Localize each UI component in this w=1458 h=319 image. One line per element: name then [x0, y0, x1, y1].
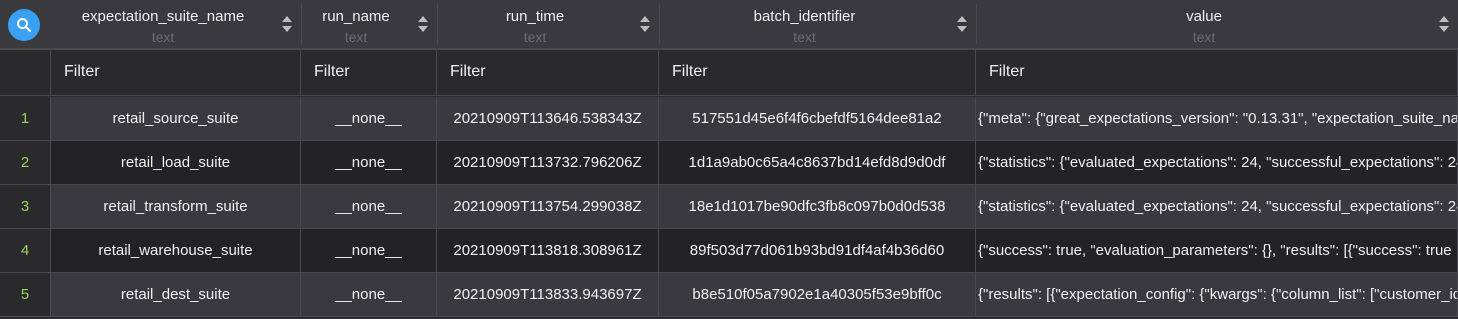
cell-value[interactable]: {"results": [{"expectation_config": {"kw… — [976, 273, 1458, 317]
header-column-run-name[interactable]: run_name text — [301, 0, 437, 48]
row-index: 1 — [0, 97, 51, 141]
filter-input-expectation-suite-name[interactable]: Filter — [51, 50, 301, 96]
column-type: text — [523, 29, 547, 45]
column-name: run_time — [505, 8, 565, 25]
column-name: batch_identifier — [753, 8, 856, 25]
data-grid: expectation_suite_name text run_name tex… — [0, 0, 1458, 319]
table-row[interactable]: 1 retail_source_suite __none__ 20210909T… — [0, 97, 1458, 141]
column-type: text — [344, 29, 368, 45]
cell-batch-identifier[interactable]: 517551d45e6f4f6cbefdf5164dee81a2 — [659, 97, 976, 141]
cell-expectation-suite-name[interactable]: retail_source_suite — [51, 97, 301, 141]
search-icon — [17, 18, 31, 32]
cell-run-name[interactable]: __none__ — [301, 185, 437, 229]
header-column-value[interactable]: value text — [976, 0, 1458, 48]
cell-run-time[interactable]: 20210909T113833.943697Z — [437, 273, 659, 317]
cell-expectation-suite-name[interactable]: retail_transform_suite — [51, 185, 301, 229]
cell-batch-identifier[interactable]: b8e510f05a7902e1a40305f53e9bff0c — [659, 273, 976, 317]
table-row[interactable]: 5 retail_dest_suite __none__ 20210909T11… — [0, 273, 1458, 317]
cell-run-name[interactable]: __none__ — [301, 273, 437, 317]
column-type: text — [151, 29, 175, 45]
cell-run-time[interactable]: 20210909T113754.299038Z — [437, 185, 659, 229]
cell-expectation-suite-name[interactable]: retail_dest_suite — [51, 273, 301, 317]
cell-expectation-suite-name[interactable]: retail_warehouse_suite — [51, 229, 301, 273]
sort-icon[interactable] — [281, 15, 293, 33]
cell-batch-identifier[interactable]: 89f503d77d061b93bd91df4af4b36d60 — [659, 229, 976, 273]
header-column-run-time[interactable]: run_time text — [437, 0, 659, 48]
filter-input-batch-identifier[interactable]: Filter — [659, 50, 976, 96]
sort-icon[interactable] — [639, 15, 651, 33]
row-index: 2 — [0, 141, 51, 185]
filter-input-run-time[interactable]: Filter — [437, 50, 659, 96]
cell-run-name[interactable]: __none__ — [301, 97, 437, 141]
table-row[interactable]: 3 retail_transform_suite __none__ 202109… — [0, 185, 1458, 229]
column-type: text — [1192, 29, 1216, 45]
filter-input-value[interactable]: Filter — [976, 50, 1458, 96]
cell-run-time[interactable]: 20210909T113646.538343Z — [437, 97, 659, 141]
sort-icon[interactable] — [1438, 15, 1450, 33]
row-index: 3 — [0, 185, 51, 229]
column-name: expectation_suite_name — [81, 8, 245, 25]
header-column-batch-identifier[interactable]: batch_identifier text — [659, 0, 976, 48]
column-name: value — [1186, 8, 1222, 25]
cell-batch-identifier[interactable]: 18e1d1017be90dfc3fb8c097b0d0d538 — [659, 185, 976, 229]
grid-header: expectation_suite_name text run_name tex… — [0, 0, 1458, 50]
cell-value[interactable]: {"statistics": {"evaluated_expectations"… — [976, 185, 1458, 229]
sort-icon[interactable] — [956, 15, 968, 33]
filter-cell-index — [0, 50, 51, 96]
row-index: 5 — [0, 273, 51, 317]
filter-input-run-name[interactable]: Filter — [301, 50, 437, 96]
cell-value[interactable]: {"meta": {"great_expectations_version": … — [976, 97, 1458, 141]
column-type: text — [793, 29, 816, 45]
row-index: 4 — [0, 229, 51, 273]
table-row[interactable]: 2 retail_load_suite __none__ 20210909T11… — [0, 141, 1458, 185]
header-column-expectation-suite-name[interactable]: expectation_suite_name text — [51, 0, 301, 48]
cell-run-time[interactable]: 20210909T113732.796206Z — [437, 141, 659, 185]
cell-expectation-suite-name[interactable]: retail_load_suite — [51, 141, 301, 185]
column-name: run_name — [322, 8, 390, 25]
cell-run-name[interactable]: __none__ — [301, 229, 437, 273]
table-row[interactable]: 4 retail_warehouse_suite __none__ 202109… — [0, 229, 1458, 273]
cell-batch-identifier[interactable]: 1d1a9ab0c65a4c8637bd14efd8d9d0df — [659, 141, 976, 185]
filter-row: Filter Filter Filter Filter Filter — [0, 50, 1458, 96]
cell-run-time[interactable]: 20210909T113818.308961Z — [437, 229, 659, 273]
search-button[interactable] — [8, 9, 40, 41]
cell-run-name[interactable]: __none__ — [301, 141, 437, 185]
cell-value[interactable]: {"success": true, "evaluation_parameters… — [976, 229, 1458, 273]
sort-icon[interactable] — [417, 15, 429, 33]
cell-value[interactable]: {"statistics": {"evaluated_expectations"… — [976, 141, 1458, 185]
